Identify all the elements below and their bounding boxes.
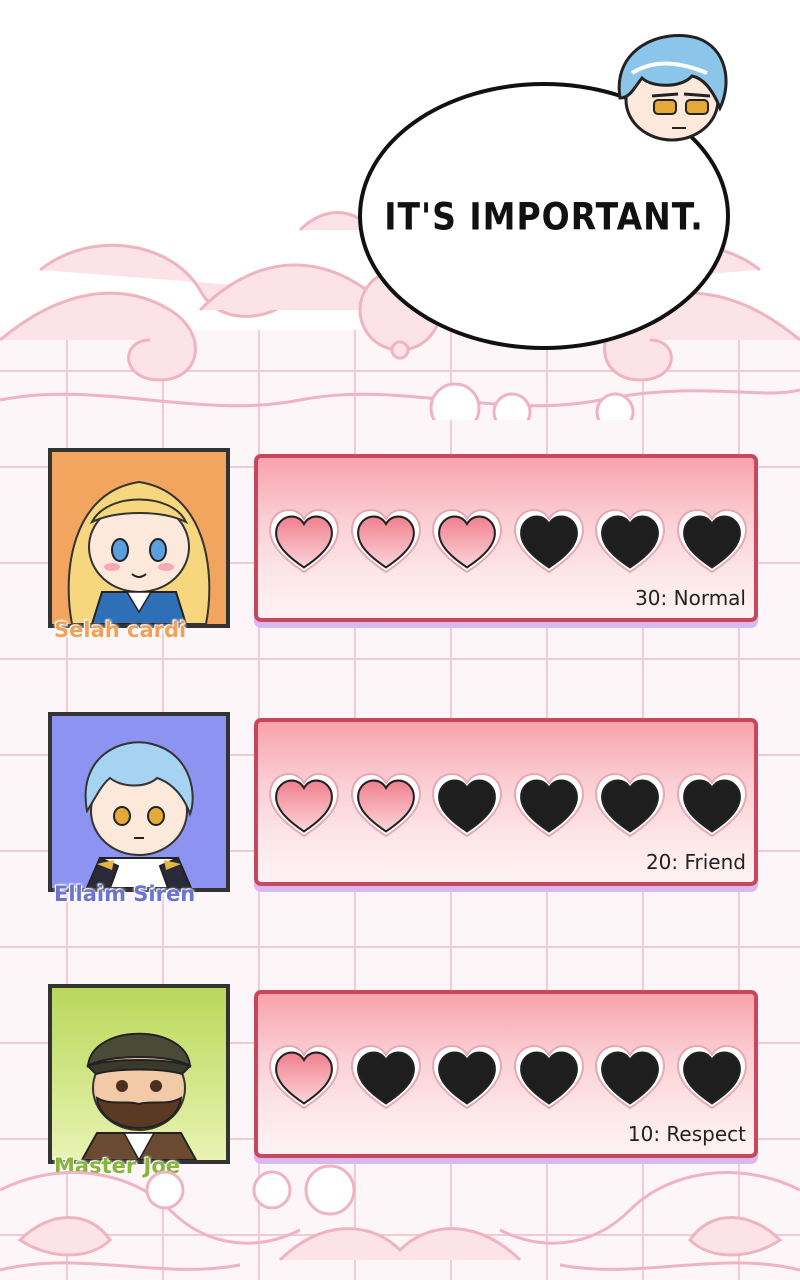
heart-empty-icon	[595, 508, 666, 574]
relationship-label: 30: Normal	[635, 586, 746, 610]
heart-filled-icon	[350, 508, 421, 574]
heart-empty-icon	[676, 1044, 747, 1110]
heart-empty-icon	[676, 508, 747, 574]
character-name: Selah cardi	[54, 618, 187, 642]
heart-empty-icon	[595, 772, 666, 838]
character-row-joe: Master Joe 10: Respect	[48, 984, 760, 1178]
heart-empty-icon	[432, 1044, 503, 1110]
speech-text: IT'S IMPORTANT.	[384, 194, 704, 238]
character-row-selah: Selah cardi 30: Normal	[48, 448, 760, 642]
heart-filled-icon	[268, 1044, 340, 1110]
speech-bubble-group: IT'S IMPORTANT.	[340, 10, 800, 350]
heart-empty-icon	[513, 1044, 584, 1110]
character-name: Ellaim Siren	[54, 882, 196, 906]
heart-empty-icon	[350, 1044, 421, 1110]
bottom-ornament	[0, 1164, 800, 1272]
portrait-selah: Selah cardi	[48, 448, 230, 642]
heart-empty-icon	[513, 508, 584, 574]
heart-filled-icon	[350, 772, 421, 838]
portrait-joe: Master Joe	[48, 984, 230, 1178]
affection-panel: 10: Respect	[254, 990, 758, 1158]
affection-panel: 30: Normal	[254, 454, 758, 622]
heart-filled-icon	[432, 508, 503, 574]
heart-meter	[266, 766, 750, 846]
selah-portrait-icon	[67, 480, 211, 624]
relationship-label: 20: Friend	[645, 850, 746, 874]
joe-portrait-icon	[80, 1032, 198, 1160]
heart-meter	[266, 502, 750, 582]
heart-empty-icon	[676, 772, 747, 838]
heart-meter	[266, 1038, 750, 1118]
relationship-label: 10: Respect	[627, 1122, 746, 1146]
heart-empty-icon	[595, 1044, 666, 1110]
heart-empty-icon	[513, 772, 584, 838]
heart-filled-icon	[268, 772, 340, 838]
ellaim-portrait-icon	[84, 741, 194, 888]
heart-empty-icon	[432, 772, 503, 838]
portrait-ellaim: Ellaim Siren	[48, 712, 230, 906]
character-head-icon	[617, 34, 728, 142]
affection-panel: 20: Friend	[254, 718, 758, 886]
heart-filled-icon	[268, 508, 340, 574]
character-row-ellaim: Ellaim Siren 20: Friend	[48, 712, 760, 906]
